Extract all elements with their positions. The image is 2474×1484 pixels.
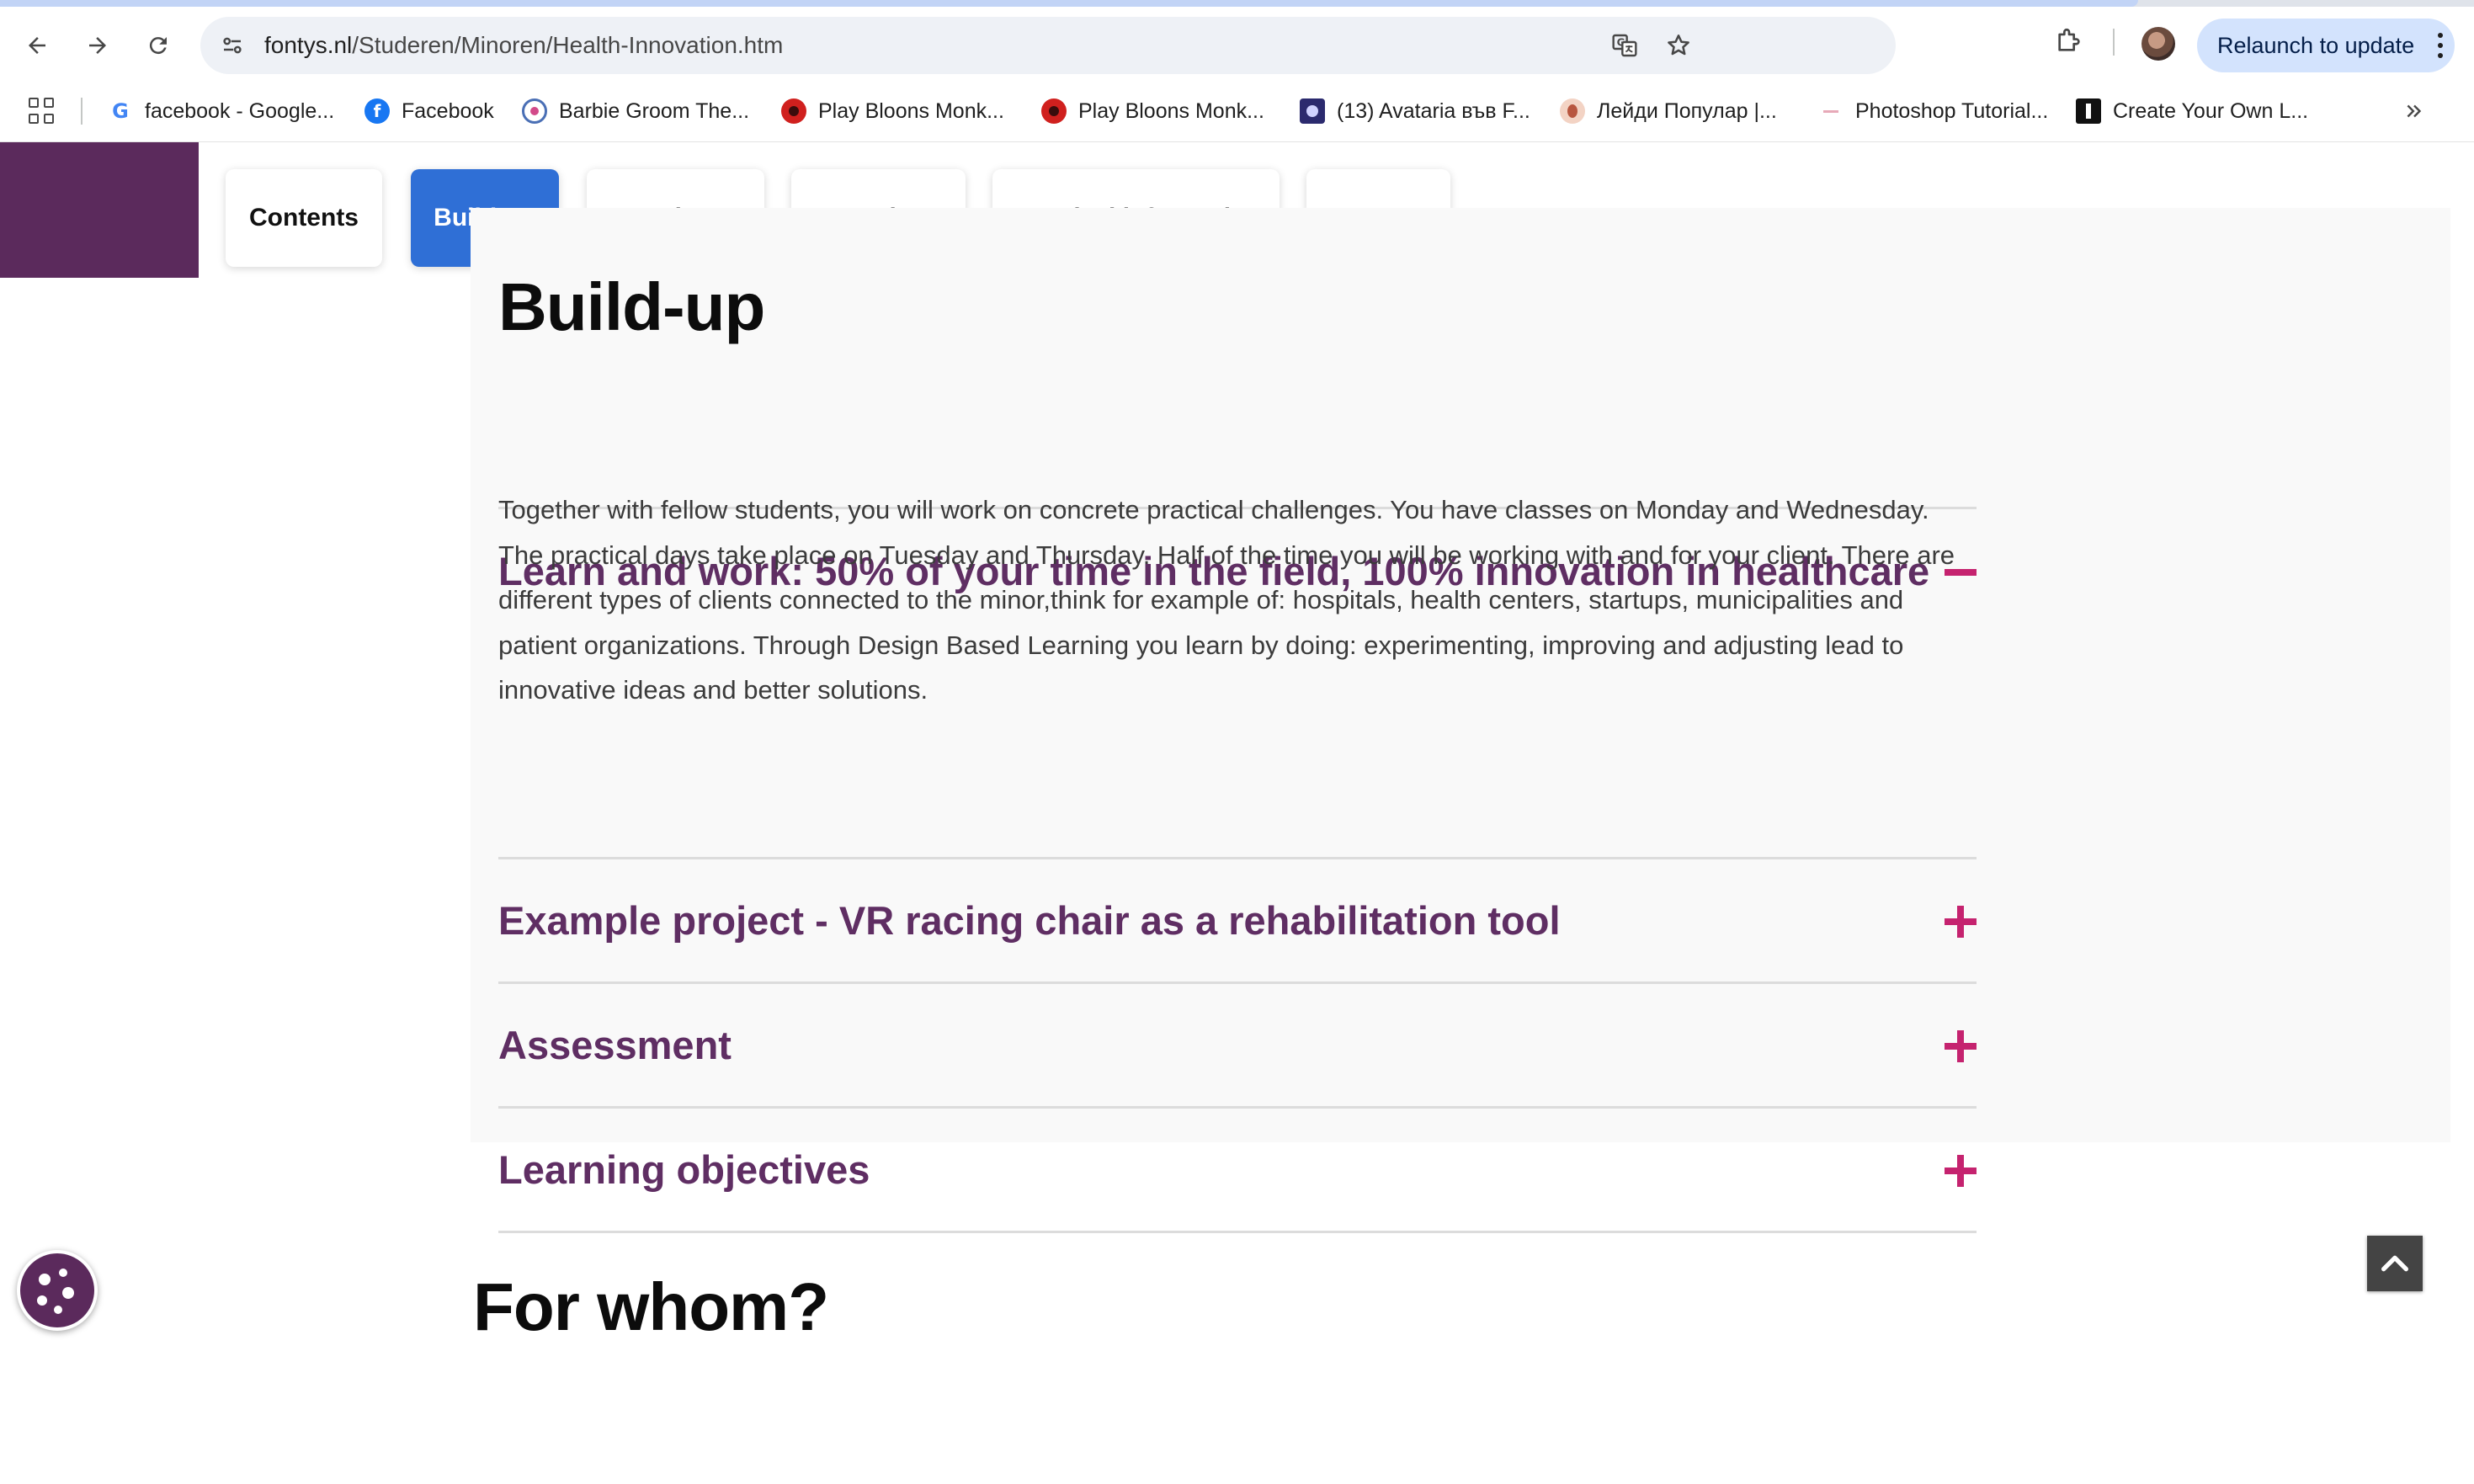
arrow-right-icon (89, 37, 106, 54)
divider (498, 1231, 1977, 1233)
bookmark-label: Facebook (402, 98, 494, 123)
bookmark-label: Barbie Groom The... (559, 98, 750, 123)
reload-button[interactable] (141, 29, 175, 62)
subnav-contents[interactable]: Contents (226, 169, 382, 267)
bookmark-item[interactable]: f Facebook (364, 81, 494, 141)
bookmark-label: Photoshop Tutorial... (1855, 98, 2049, 123)
active-tab-highlight (0, 0, 2138, 7)
bookmark-item[interactable]: Barbie Groom The... (522, 81, 749, 141)
bookmarks-separator (81, 98, 82, 125)
address-bar[interactable]: fontys.nl/Studeren/Minoren/Health-Innova… (200, 17, 1896, 74)
url-host: fontys.nl (264, 32, 353, 58)
divider (498, 981, 1977, 984)
accordion-title: Example project - VR racing chair as a r… (498, 898, 1561, 943)
divider (498, 857, 1977, 859)
lady-popular-icon (1560, 98, 1585, 124)
bookmark-label: facebook - Google... (145, 98, 335, 123)
bloons-icon (781, 98, 806, 124)
accordion-title: Learning objectives (498, 1147, 870, 1192)
scroll-to-top-button[interactable] (2367, 1236, 2423, 1291)
cookie-settings-icon[interactable] (17, 1250, 98, 1331)
bookmark-label: Play Bloons Monk... (818, 98, 1004, 123)
bookmark-label: Play Bloons Monk... (1078, 98, 1264, 123)
barbie-site-icon (522, 98, 547, 124)
extensions-puzzle-icon[interactable] (2054, 25, 2084, 56)
bookmark-item[interactable]: Create Your Own L... (2076, 81, 2308, 141)
translate-icon[interactable]: G (1609, 30, 1640, 61)
site-info-icon[interactable] (217, 30, 247, 61)
apps-grid-icon[interactable] (29, 98, 56, 125)
brand-color-block (0, 142, 199, 278)
forward-button[interactable] (81, 29, 114, 62)
accordion-body-text: Together with fellow students, you will … (498, 495, 1955, 705)
bookmark-item[interactable]: G facebook - Google... (108, 81, 334, 141)
bookmark-item[interactable]: Play Bloons Monk... (781, 81, 1004, 141)
profile-avatar[interactable] (2141, 27, 2175, 61)
arrow-left-icon (29, 37, 45, 54)
toolbar-separator (2113, 29, 2115, 56)
back-button[interactable] (20, 29, 54, 62)
create-logo-icon (2076, 98, 2101, 124)
bookmark-star-icon[interactable] (1663, 30, 1694, 61)
reload-icon (149, 37, 167, 55)
bookmark-label: (13) Avataria във F... (1337, 98, 1530, 123)
plus-icon[interactable] (1945, 906, 1977, 938)
chevron-up-icon (2381, 1255, 2408, 1272)
relaunch-label: Relaunch to update (2217, 32, 2415, 58)
accordion-header-example-project[interactable]: Example project - VR racing chair as a r… (498, 870, 1977, 971)
bloons-icon (1041, 98, 1067, 124)
relaunch-update-button[interactable]: Relaunch to update (2197, 19, 2455, 72)
accordion-title: Assessment (498, 1023, 732, 1067)
browser-toolbar: fontys.nl/Studeren/Minoren/Health-Innova… (0, 7, 2474, 81)
divider (498, 1106, 1977, 1109)
tab-strip (0, 0, 2474, 7)
plus-icon[interactable] (1945, 1030, 1977, 1062)
accordion-header-assessment[interactable]: Assessment (498, 995, 1977, 1096)
section-title-build-up: Build-up (498, 269, 765, 344)
kebab-menu-icon[interactable] (2438, 33, 2443, 58)
facebook-icon: f (364, 98, 390, 124)
chevron-double-right-icon[interactable] (2399, 96, 2429, 126)
accordion-header-learning-objectives[interactable]: Learning objectives (498, 1120, 1977, 1221)
bookmark-item[interactable]: Play Bloons Monk... (1041, 81, 1264, 141)
bookmarks-bar: G facebook - Google... f Facebook Barbie… (0, 81, 2474, 142)
bookmark-item[interactable]: Photoshop Tutorial... (1818, 81, 2048, 141)
plus-icon[interactable] (1945, 1155, 1977, 1187)
google-g-icon: G (108, 98, 133, 124)
url-path: /Studeren/Minoren/Health-Innovation.htm (352, 32, 784, 58)
bookmark-item[interactable]: Лейди Популар |... (1560, 81, 1777, 141)
bookmark-item[interactable]: (13) Avataria във F... (1300, 81, 1530, 141)
section-title-for-whom: For whom? (473, 1269, 829, 1344)
photoshop-tutorial-icon (1818, 98, 1844, 124)
url-text: fontys.nl/Studeren/Minoren/Health-Innova… (264, 17, 783, 74)
avataria-icon (1300, 98, 1325, 124)
bookmark-label: Create Your Own L... (2113, 98, 2309, 123)
bookmark-label: Лейди Популар |... (1597, 98, 1777, 123)
